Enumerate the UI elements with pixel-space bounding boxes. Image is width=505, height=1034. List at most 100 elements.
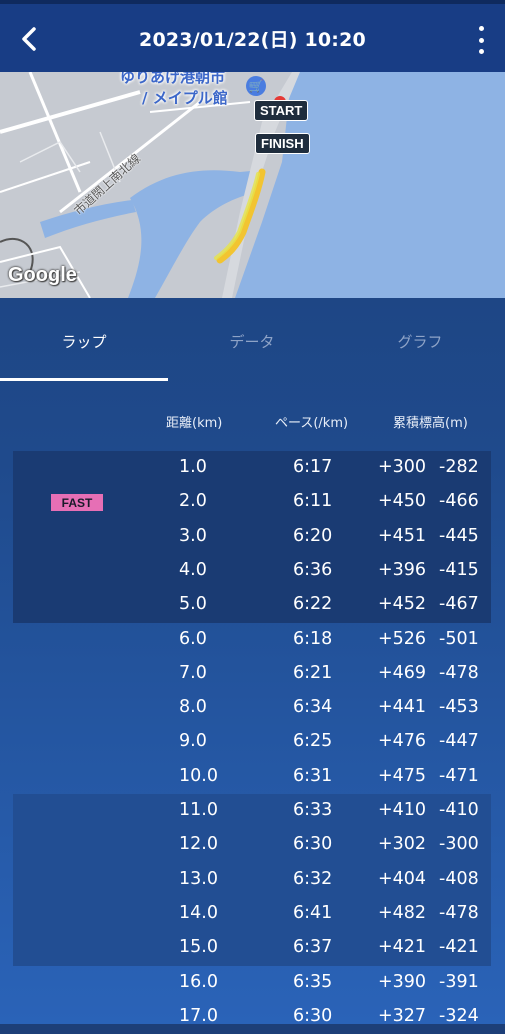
- lap-elevation-loss: -467: [439, 594, 479, 615]
- lap-table-header: 距離(km) ペース(/km) 累積標高(m): [0, 412, 505, 436]
- lap-pace: 6:33: [293, 800, 333, 820]
- lap-row: 15.0 6:37 +421 -421: [13, 931, 491, 965]
- lap-distance: 11.0: [179, 800, 218, 820]
- lap-distance: 1.0: [179, 457, 207, 477]
- lap-elevation-gain: +300: [378, 457, 427, 477]
- lap-row: 6.0 6:18 +526 -501: [13, 623, 491, 657]
- more-options-button[interactable]: [473, 26, 489, 54]
- lap-elevation-gain: +526: [378, 628, 427, 649]
- lap-elevation-gain: +421: [378, 937, 427, 958]
- lap-row: 13.0 6:32 +404 -408: [13, 863, 491, 897]
- lap-pace: 6:30: [293, 834, 333, 855]
- lap-elevation-loss: -282: [439, 457, 479, 477]
- lap-row: 9.0 6:25 +476 -447: [13, 725, 491, 759]
- lap-pace: 6:11: [293, 491, 333, 512]
- lap-row: 5.0 6:22 +452 -467: [13, 588, 491, 622]
- lap-elevation-loss: -478: [439, 902, 479, 923]
- lap-elevation-gain: +327: [378, 1005, 427, 1026]
- lap-distance: 15.0: [179, 937, 218, 958]
- more-vert-icon: [478, 26, 484, 31]
- lap-elevation-loss: -453: [439, 697, 479, 718]
- lap-distance: 10.0: [179, 765, 218, 786]
- lap-pace: 6:36: [293, 559, 333, 580]
- google-attribution-logo: Google: [8, 264, 77, 286]
- lap-row: 4.0 6:36 +396 -415: [13, 554, 491, 588]
- header-distance: 距離(km): [166, 416, 223, 431]
- lap-elevation-gain: +451: [378, 525, 427, 546]
- lap-elevation-loss: -415: [439, 559, 479, 580]
- lap-elevation-gain: +410: [378, 800, 427, 820]
- lap-elevation-loss: -478: [439, 662, 479, 683]
- lap-row: 16.0 6:35 +390 -391: [13, 966, 491, 1000]
- lap-row: 17.0 6:30 +327 -324: [13, 1000, 491, 1034]
- lap-distance: 17.0: [179, 1005, 218, 1026]
- lap-elevation-loss: -471: [439, 765, 479, 786]
- start-marker[interactable]: START: [254, 100, 309, 121]
- lap-elevation-gain: +390: [378, 971, 427, 992]
- back-button[interactable]: [14, 22, 44, 56]
- tab-laps[interactable]: ラップ: [0, 298, 168, 384]
- lap-elevation-loss: -447: [439, 731, 479, 752]
- map-place-label-line2: / メイプル館: [142, 89, 228, 107]
- lap-elevation-gain: +404: [378, 868, 427, 889]
- lap-elevation-loss: -501: [439, 628, 479, 649]
- lap-elevation-loss: -445: [439, 525, 479, 546]
- lap-pace: 6:37: [293, 937, 333, 958]
- lap-elevation-gain: +302: [378, 834, 427, 855]
- top-app-bar: 2023/01/22(日) 10:20: [0, 0, 505, 72]
- lap-elevation-gain: +396: [378, 559, 427, 580]
- lap-pace: 6:34: [293, 697, 333, 718]
- lap-distance: 6.0: [179, 628, 207, 649]
- shopping-cart-icon: 🛒: [246, 76, 266, 96]
- lap-distance: 2.0: [179, 491, 207, 512]
- lap-row: 8.0 6:34 +441 -453: [13, 691, 491, 725]
- lap-distance: 14.0: [179, 902, 218, 923]
- lap-distance: 16.0: [179, 971, 218, 992]
- lap-row: 3.0 6:20 +451 -445: [13, 520, 491, 554]
- lap-elevation-loss: -410: [439, 800, 479, 820]
- header-pace: ペース(/km): [275, 416, 349, 431]
- tab-data[interactable]: データ: [168, 298, 336, 384]
- lap-distance: 3.0: [179, 525, 207, 546]
- lap-pace: 6:21: [293, 662, 333, 683]
- tab-graph[interactable]: グラフ: [336, 298, 504, 384]
- lap-row: 11.0 6:33 +410 -410: [13, 794, 491, 828]
- lap-row: 14.0 6:41 +482 -478: [13, 897, 491, 931]
- lap-elevation-gain: +441: [378, 697, 427, 718]
- lap-row: 1.0 6:17 +300 -282: [13, 451, 491, 485]
- lap-distance: 7.0: [179, 662, 207, 683]
- active-tab-indicator: [0, 378, 168, 381]
- lap-distance: 5.0: [179, 594, 207, 615]
- lap-elevation-gain: +469: [378, 662, 427, 683]
- lap-distance: 12.0: [179, 834, 218, 855]
- lap-elevation-gain: +450: [378, 491, 427, 512]
- lap-elevation-loss: -324: [439, 1005, 479, 1026]
- lap-distance: 9.0: [179, 731, 207, 752]
- lap-elevation-loss: -391: [439, 971, 479, 992]
- lap-elevation-loss: -466: [439, 491, 479, 512]
- lap-elevation-loss: -421: [439, 937, 479, 958]
- lap-elevation-gain: +452: [378, 594, 427, 615]
- lap-row: 7.0 6:21 +469 -478: [13, 657, 491, 691]
- lap-row: 10.0 6:31 +475 -471: [13, 760, 491, 794]
- lap-distance: 4.0: [179, 559, 207, 580]
- lap-elevation-gain: +476: [378, 731, 427, 752]
- lap-pace: 6:35: [293, 971, 333, 992]
- lap-pace: 6:20: [293, 525, 333, 546]
- page-title: 2023/01/22(日) 10:20: [139, 28, 366, 51]
- lap-pace: 6:32: [293, 868, 333, 889]
- lap-pace: 6:30: [293, 1005, 333, 1026]
- lap-row: 12.0 6:30 +302 -300: [13, 828, 491, 862]
- finish-marker[interactable]: FINISH: [255, 133, 310, 154]
- lap-pace: 6:31: [293, 765, 333, 786]
- header-elevation: 累積標高(m): [393, 416, 468, 431]
- map-place-label-line1: ゆりあげ港朝市: [120, 72, 226, 86]
- chevron-left-icon: [22, 27, 36, 51]
- lap-elevation-gain: +475: [378, 765, 427, 786]
- lap-distance: 13.0: [179, 868, 218, 889]
- lap-distance: 8.0: [179, 697, 207, 718]
- tab-bar: ラップ データ グラフ: [0, 298, 505, 384]
- lap-elevation-gain: +482: [378, 902, 427, 923]
- lap-elevation-loss: -300: [439, 834, 479, 855]
- lap-pace: 6:41: [293, 902, 333, 923]
